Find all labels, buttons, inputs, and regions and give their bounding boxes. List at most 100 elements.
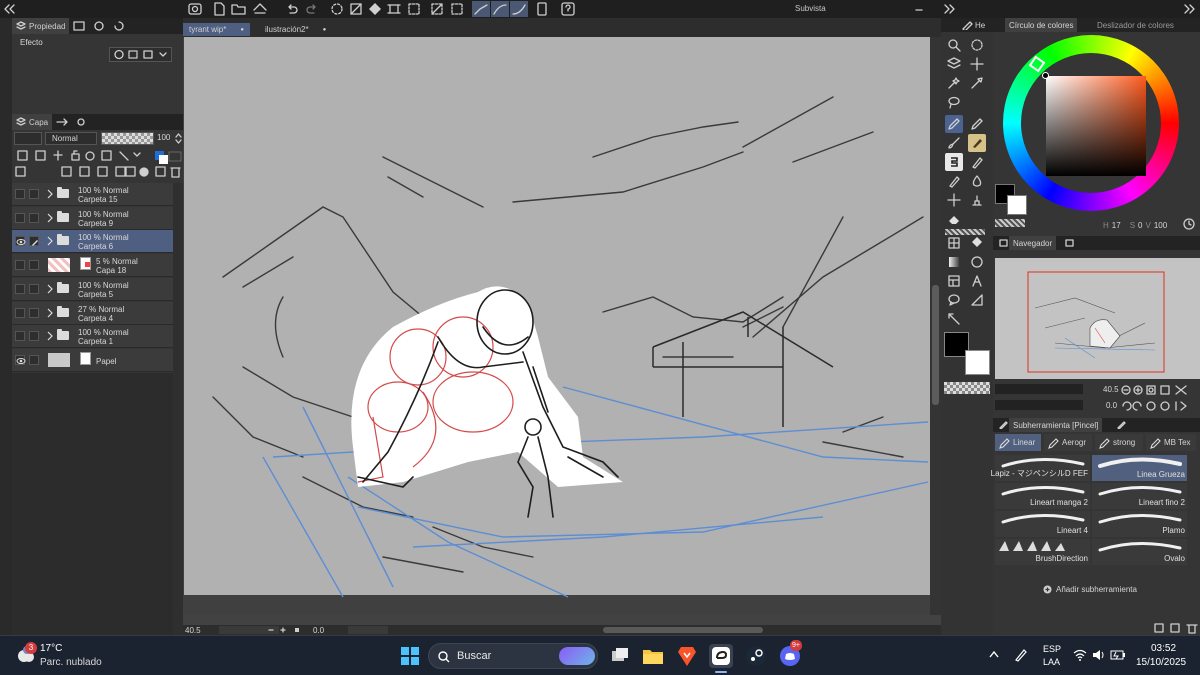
tab-color-set[interactable] <box>89 18 109 34</box>
crop-icon[interactable] <box>448 1 466 17</box>
tab-history[interactable] <box>109 18 129 34</box>
undo-icon[interactable] <box>283 1 301 17</box>
nav-zoom-slider[interactable] <box>995 384 1083 394</box>
fill-tool-icon[interactable] <box>968 234 986 252</box>
layer-row[interactable]: Papel <box>12 348 173 372</box>
lang-2[interactable]: LAA <box>1043 657 1060 667</box>
save-icon[interactable] <box>251 1 269 17</box>
transparent-mini[interactable] <box>995 219 1025 227</box>
tray-chevron-icon[interactable] <box>988 649 1000 659</box>
fill-icon[interactable] <box>366 1 384 17</box>
brush-preset[interactable]: Lineart fino 2 <box>1092 483 1187 509</box>
layer-lock-toggle[interactable] <box>29 236 39 247</box>
layer-lock-toggle[interactable] <box>29 260 39 271</box>
taskbar-search-box[interactable]: Buscar <box>428 643 598 669</box>
tab-animation[interactable] <box>52 114 72 130</box>
stabilizer-1-icon[interactable] <box>472 1 490 17</box>
brush-preset[interactable]: Lineart 4 <box>995 511 1090 537</box>
subtool-group-tab[interactable]: strong <box>1095 434 1143 451</box>
task-view-icon[interactable] <box>608 644 632 668</box>
pencil-tool-icon[interactable] <box>968 115 986 133</box>
wifi-icon[interactable] <box>1073 649 1087 661</box>
scroll-thumb[interactable] <box>932 285 939 405</box>
layer-lock-toggle[interactable] <box>29 331 39 342</box>
volume-icon[interactable] <box>1092 649 1106 661</box>
discord-icon[interactable]: 9+ <box>778 640 802 668</box>
layer-lock-toggle[interactable] <box>29 307 39 318</box>
layer-lock-toggle[interactable] <box>29 189 39 199</box>
brave-browser-icon[interactable] <box>675 644 699 668</box>
tab-search[interactable] <box>72 114 92 130</box>
clip-studio-icon[interactable] <box>709 644 733 673</box>
layer-scrollbar[interactable] <box>173 183 183 635</box>
brush-tool-icon[interactable] <box>945 134 963 152</box>
navigator-preview[interactable] <box>995 258 1200 379</box>
canvas-vertical-scrollbar[interactable] <box>930 37 941 615</box>
layer-visibility-toggle[interactable] <box>15 236 26 247</box>
add-subtool-button[interactable]: Añadir subherramienta <box>1043 585 1137 594</box>
layer-lock-toggle[interactable] <box>29 283 39 294</box>
subtool-group-tab[interactable]: MB Tex <box>1146 434 1196 451</box>
watercolor-tool-icon[interactable] <box>968 172 986 190</box>
layer-lock-toggle[interactable] <box>29 212 39 223</box>
nav-rotate-slider[interactable] <box>995 400 1083 410</box>
sub-color-swatch[interactable] <box>965 350 990 375</box>
brush-preset[interactable]: BrushDirection <box>995 539 1090 565</box>
stamp-tool-icon[interactable] <box>968 191 986 209</box>
color-sub-mini[interactable] <box>1007 195 1027 215</box>
airbrush-tool-icon[interactable] <box>945 153 963 171</box>
rotate-slider[interactable] <box>348 626 388 634</box>
fountain-pen-icon[interactable] <box>945 172 963 190</box>
weather-icon[interactable]: 3 <box>14 642 37 666</box>
eraser-tool-icon[interactable] <box>945 210 963 228</box>
document-tab[interactable]: ilustración2* ● <box>259 23 332 36</box>
color-history-icon[interactable] <box>1183 218 1195 230</box>
frame-tool-icon[interactable] <box>945 234 963 252</box>
invert-selection-icon[interactable] <box>428 1 446 17</box>
document-tab-active[interactable]: tyrant wip* ● <box>183 23 250 36</box>
tab-close-icon[interactable]: ● <box>240 27 244 33</box>
folder-expand-icon[interactable] <box>46 284 54 294</box>
expand-right-2-icon[interactable] <box>1180 1 1198 17</box>
eyedropper-icon[interactable] <box>968 74 986 92</box>
blend-tool-icon[interactable] <box>968 134 986 152</box>
lasso-icon[interactable] <box>945 93 963 111</box>
figure-tool-icon[interactable] <box>968 253 986 271</box>
marker-tool-icon[interactable] <box>968 153 986 171</box>
frame-border-icon[interactable] <box>945 272 963 290</box>
clock-time[interactable]: 03:52 <box>1151 643 1176 654</box>
layer-visibility-toggle[interactable] <box>15 307 25 318</box>
canvas-viewport[interactable] <box>183 37 930 615</box>
subtool-group-tab[interactable]: Aerogr <box>1044 434 1092 451</box>
brush-preset[interactable]: Ovalo <box>1092 539 1187 565</box>
wand-tool-icon[interactable] <box>945 74 963 92</box>
layer-row[interactable]: 100 % Normal Carpeta 6 <box>12 230 173 254</box>
pen-tray-icon[interactable] <box>1013 647 1029 663</box>
collapse-left-icon[interactable] <box>0 1 18 17</box>
layer-visibility-toggle[interactable] <box>15 354 26 365</box>
tab-subtool[interactable]: Subherramienta [Pincel] <box>1009 418 1103 432</box>
layer-row[interactable]: 100 % Normal Carpeta 9 <box>12 206 173 230</box>
tab-color-wheel[interactable]: Círculo de colores <box>1005 18 1078 32</box>
steam-icon[interactable] <box>744 644 768 668</box>
brush-preset[interactable]: Lineart manga 2 <box>995 483 1090 509</box>
pen-tool-icon[interactable] <box>945 115 963 133</box>
sv-handle[interactable] <box>1042 72 1049 79</box>
ruler-tool-icon[interactable] <box>968 291 986 309</box>
opacity-slider[interactable] <box>101 132 154 145</box>
gradient-tool-icon[interactable] <box>945 253 963 271</box>
opacity-stepper[interactable] <box>174 132 183 145</box>
transform-icon[interactable] <box>385 1 403 17</box>
horizontal-scroll-thumb[interactable] <box>603 627 763 633</box>
rotate-tool-icon[interactable] <box>968 36 986 54</box>
tablet-icon[interactable] <box>533 1 551 17</box>
layer-visibility-toggle[interactable] <box>15 283 25 294</box>
open-file-icon[interactable] <box>230 1 248 17</box>
file-explorer-icon[interactable] <box>641 644 665 668</box>
folder-expand-icon[interactable] <box>46 189 54 199</box>
layer-visibility-toggle[interactable] <box>15 189 25 199</box>
zoom-tool-icon[interactable] <box>945 36 963 54</box>
layer-row[interactable]: 27 % Normal Carpeta 4 <box>12 301 173 325</box>
stabilizer-3-icon[interactable] <box>510 1 528 17</box>
app-menu-icon[interactable] <box>186 1 204 17</box>
